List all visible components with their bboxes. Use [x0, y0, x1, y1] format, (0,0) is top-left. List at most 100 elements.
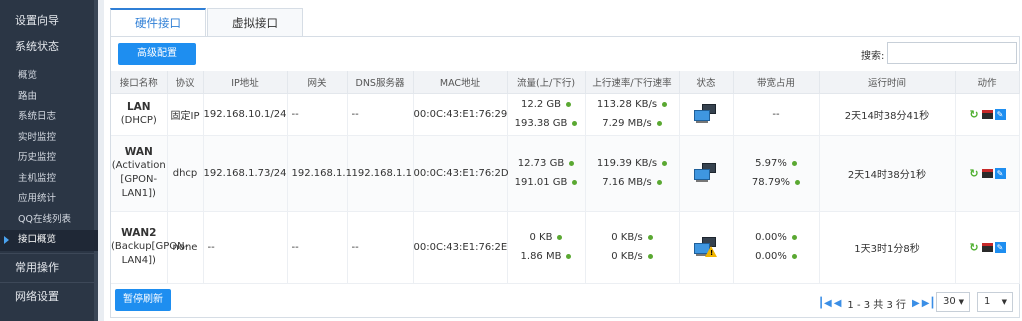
sidebar-sub-label: 接口概览	[18, 234, 57, 245]
traffic-down: 193.38 GB	[508, 114, 585, 133]
monitor-icon[interactable]	[981, 109, 993, 119]
rate-up-value: 0 KB/s	[611, 232, 643, 243]
bandwidth-down-value: 0.00%	[755, 251, 787, 262]
col-header-name[interactable]: 接口名称	[111, 71, 168, 94]
sidebar-sub-interface-overview[interactable]: 接口概览	[0, 230, 98, 251]
cell-name: WAN2 (Backup[GPON-LAN4])	[111, 211, 188, 284]
cell-mac: 00:0C:43:E1:76:2E	[413, 211, 508, 284]
cell-dns: --	[347, 93, 414, 136]
up-arrow-icon	[791, 160, 797, 166]
pagination: ┃◀ ◀ 1 - 3 共 3 行 ▶ ▶┃	[817, 295, 936, 311]
down-arrow-icon	[656, 179, 662, 185]
cell-uptime: 2天14时38分1秒	[819, 135, 956, 212]
col-header-gateway[interactable]: 网关	[287, 71, 348, 94]
col-header-mac[interactable]: MAC地址	[413, 71, 508, 94]
sidebar-item-setup-wizard[interactable]: 设置向导	[0, 8, 98, 34]
tab-bar: 硬件接口 虚拟接口	[110, 8, 304, 36]
down-arrow-icon	[656, 120, 662, 126]
col-header-traffic[interactable]: 流量(上/下行)	[507, 71, 586, 94]
sidebar-sub-host-monitor[interactable]: 主机监控	[0, 169, 98, 190]
rate-down-value: 7.29 MB/s	[602, 118, 652, 129]
sidebar-sub-app-stats[interactable]: 应用统计	[0, 189, 98, 210]
interface-table: 接口名称 协议 IP地址 网关 DNS服务器 MAC地址 流量(上/下行) 上行…	[111, 71, 1020, 284]
sidebar-sub-system-log[interactable]: 系统日志	[0, 107, 98, 128]
bandwidth-down: 78.79%	[734, 173, 819, 192]
tab-hardware-interface[interactable]: 硬件接口	[110, 8, 206, 36]
cell-gateway: --	[287, 211, 348, 284]
traffic-down: 191.01 GB	[508, 173, 585, 192]
down-arrow-icon	[566, 253, 572, 259]
col-header-status[interactable]: 状态	[679, 71, 734, 94]
tab-virtual-interface[interactable]: 虚拟接口	[207, 8, 303, 36]
traffic-up-value: 12.2 GB	[520, 99, 562, 110]
sidebar-item-network-settings[interactable]: 网络设置	[0, 285, 98, 309]
page-size-value: 30	[943, 296, 956, 307]
first-page-icon[interactable]: ┃◀	[818, 298, 832, 309]
sidebar-item-system-status[interactable]: 系统状态	[0, 34, 98, 60]
sidebar-sub-history-monitor[interactable]: 历史监控	[0, 148, 98, 169]
down-arrow-icon	[572, 120, 578, 126]
active-caret-icon	[4, 236, 9, 244]
next-page-icon[interactable]: ▶	[912, 298, 920, 309]
edit-icon[interactable]: ✎	[994, 108, 1006, 120]
cell-uptime: 2天14时38分41秒	[819, 93, 956, 136]
prev-page-icon[interactable]: ◀	[834, 298, 842, 309]
interface-name: WAN2	[121, 227, 157, 239]
cell-actions: ↻ ✎	[955, 211, 1020, 284]
rate-down: 0 KB/s	[586, 247, 679, 266]
traffic-down: 1.86 MB	[508, 247, 585, 266]
up-arrow-icon	[557, 234, 563, 240]
page-size-select[interactable]: 30 ▼	[936, 292, 970, 312]
down-arrow-icon	[791, 253, 797, 259]
edit-icon[interactable]: ✎	[994, 167, 1006, 179]
down-arrow-icon	[647, 253, 653, 259]
sidebar-sub-overview[interactable]: 概览	[0, 66, 98, 87]
monitor-icon[interactable]	[981, 242, 993, 252]
cell-name: LAN (DHCP)	[111, 93, 168, 136]
interface-name: LAN	[126, 101, 151, 113]
network-connected-icon	[694, 104, 718, 124]
up-arrow-icon	[662, 160, 668, 166]
rate-up: 113.28 KB/s	[586, 95, 679, 114]
traffic-up-value: 12.73 GB	[517, 158, 565, 169]
traffic-up-value: 0 KB	[529, 232, 553, 243]
cell-ip: --	[203, 211, 288, 284]
sidebar-divider	[0, 252, 98, 254]
search-input[interactable]	[887, 42, 1017, 64]
col-header-uptime[interactable]: 运行时间	[819, 71, 956, 94]
cell-status: !	[679, 211, 734, 284]
page-number-select[interactable]: 1 ▼	[977, 292, 1013, 312]
rate-up-value: 113.28 KB/s	[596, 99, 658, 110]
cell-traffic: 12.73 GB 191.01 GB	[507, 135, 586, 212]
refresh-icon[interactable]: ↻	[969, 108, 980, 121]
col-header-bandwidth[interactable]: 带宽占用	[733, 71, 820, 94]
edit-icon[interactable]: ✎	[994, 241, 1006, 253]
sidebar-sub-qq-online[interactable]: QQ在线列表	[0, 210, 98, 231]
pause-refresh-button[interactable]: 暂停刷新	[115, 289, 171, 311]
cell-gateway: --	[287, 93, 348, 136]
page-number-value: 1	[984, 296, 991, 307]
rate-down: 7.16 MB/s	[586, 173, 679, 192]
cell-rate: 113.28 KB/s 7.29 MB/s	[585, 93, 680, 136]
monitor-icon[interactable]	[981, 168, 993, 178]
main-content: 硬件接口 虚拟接口 高级配置 搜索: 接口名称 协议 IP地址 网关 DNS服务…	[104, 0, 1022, 321]
sidebar-sub-route[interactable]: 路由	[0, 87, 98, 108]
col-header-rate[interactable]: 上行速率/下行速率	[585, 71, 680, 94]
col-header-protocol[interactable]: 协议	[167, 71, 204, 94]
cell-protocol: none	[167, 211, 204, 284]
network-warning-icon: !	[694, 237, 718, 257]
col-header-ip[interactable]: IP地址	[203, 71, 288, 94]
col-header-dns[interactable]: DNS服务器	[347, 71, 414, 94]
cell-actions: ↻ ✎	[955, 135, 1020, 212]
refresh-icon[interactable]: ↻	[969, 167, 980, 180]
up-arrow-icon	[566, 101, 572, 107]
refresh-icon[interactable]: ↻	[969, 241, 980, 254]
up-arrow-icon	[662, 101, 668, 107]
sidebar-sub-realtime-monitor[interactable]: 实时监控	[0, 128, 98, 149]
cell-status	[679, 135, 734, 212]
cell-traffic: 12.2 GB 193.38 GB	[507, 93, 586, 136]
interface-name: WAN	[124, 146, 153, 158]
sidebar-item-common-ops[interactable]: 常用操作	[0, 256, 98, 280]
advanced-config-button[interactable]: 高级配置	[118, 43, 196, 65]
last-page-icon[interactable]: ▶┃	[922, 298, 936, 309]
